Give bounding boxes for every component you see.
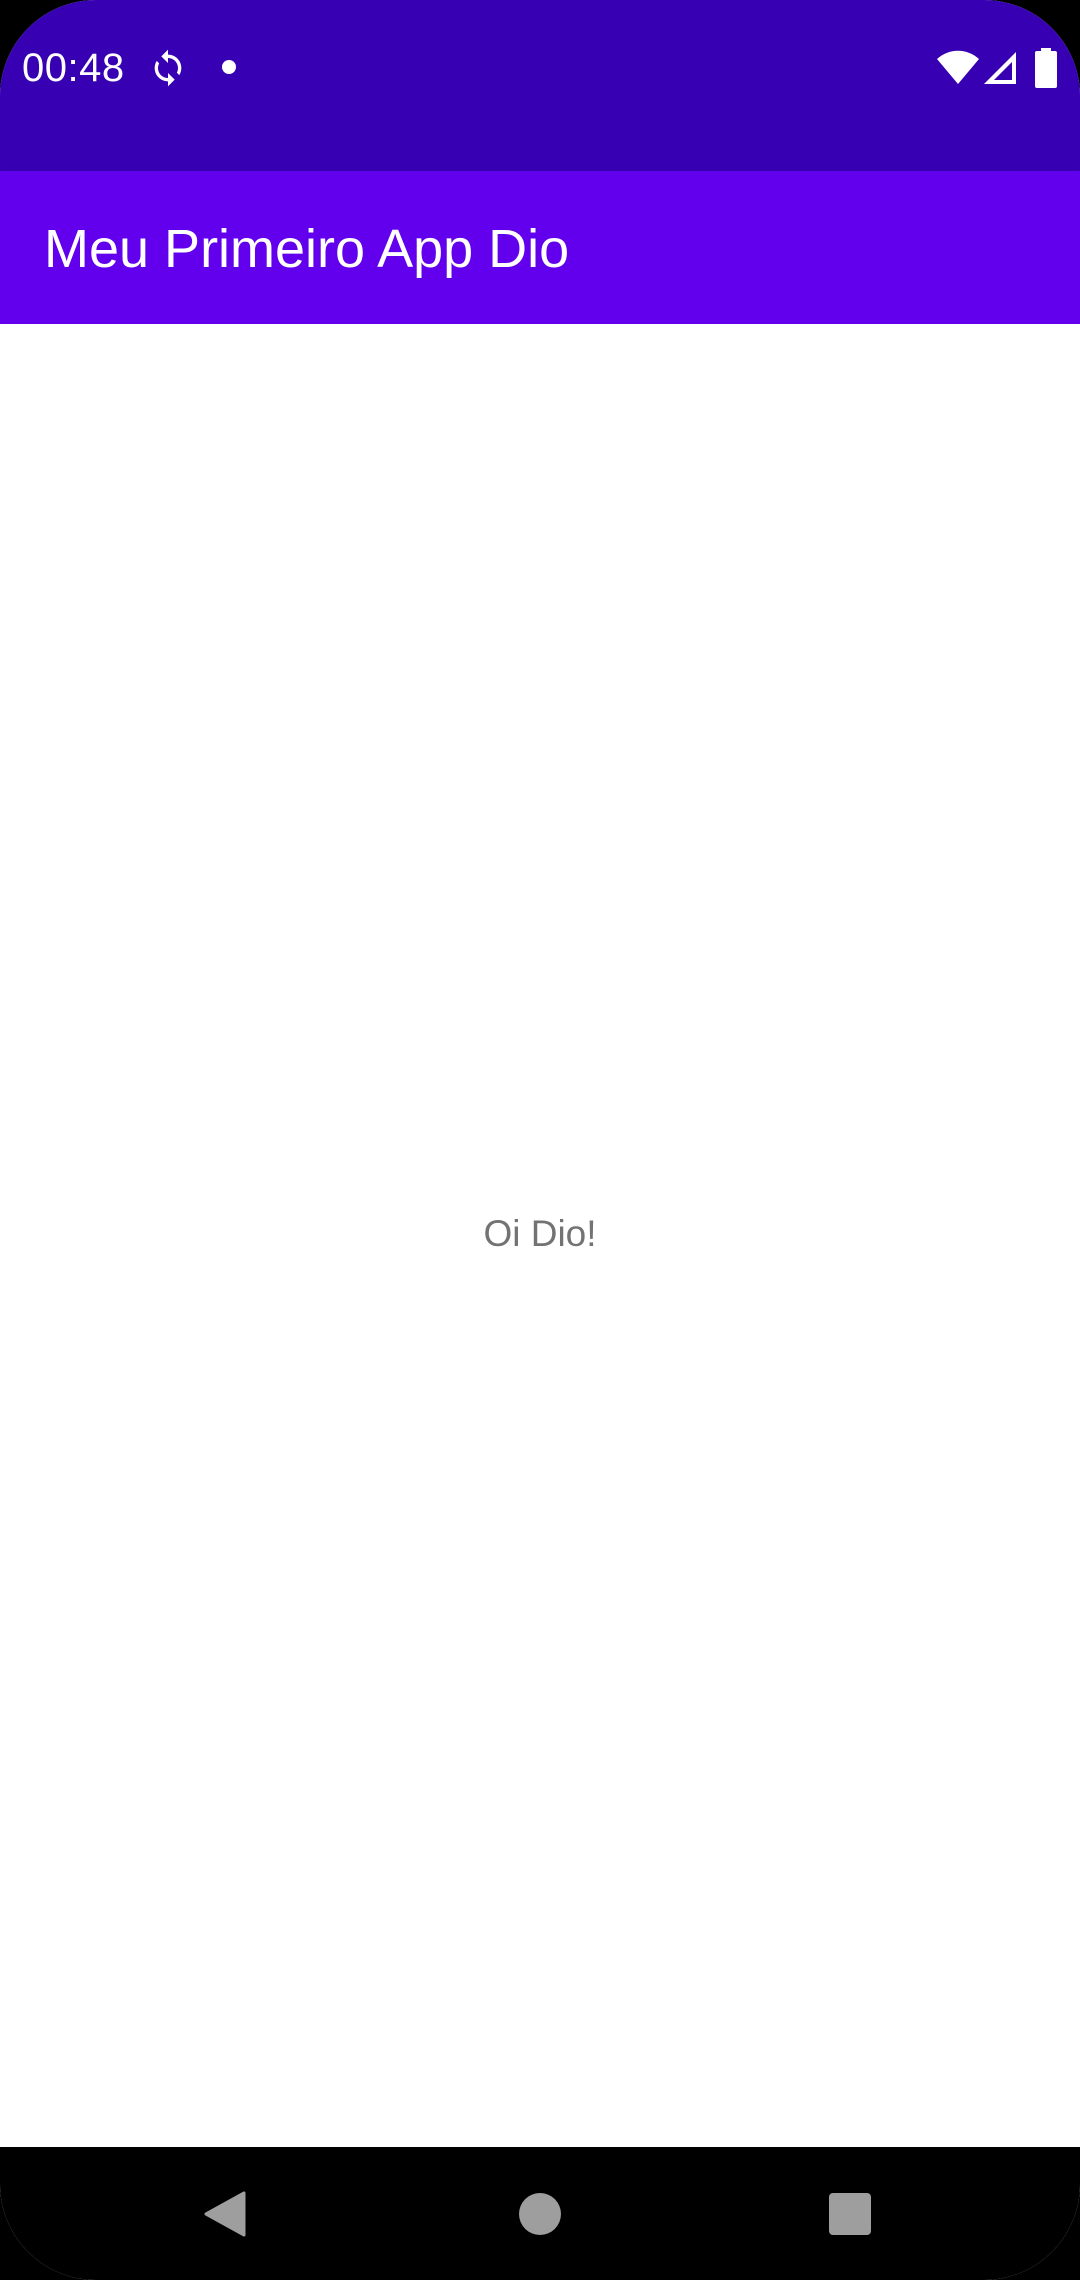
notification-dot-icon xyxy=(222,60,236,74)
device-screen: 00:48 Meu Primeiro App Dio Oi Dio! xyxy=(0,0,1080,2280)
navigation-bar xyxy=(0,2147,1080,2280)
home-icon[interactable] xyxy=(519,2193,561,2235)
greeting-text: Oi Dio! xyxy=(483,1213,597,1254)
back-icon[interactable] xyxy=(204,2191,246,2237)
main-content: Oi Dio! xyxy=(0,324,1080,2147)
recents-icon[interactable] xyxy=(829,2193,871,2235)
app-bar: Meu Primeiro App Dio xyxy=(0,171,1080,324)
battery-icon xyxy=(1035,48,1057,88)
sync-icon xyxy=(154,49,182,87)
cell-signal-icon xyxy=(984,52,1016,84)
app-title: Meu Primeiro App Dio xyxy=(44,219,570,279)
status-bar: 00:48 xyxy=(0,0,1080,171)
wifi-icon xyxy=(937,50,979,84)
status-time: 00:48 xyxy=(22,46,125,90)
